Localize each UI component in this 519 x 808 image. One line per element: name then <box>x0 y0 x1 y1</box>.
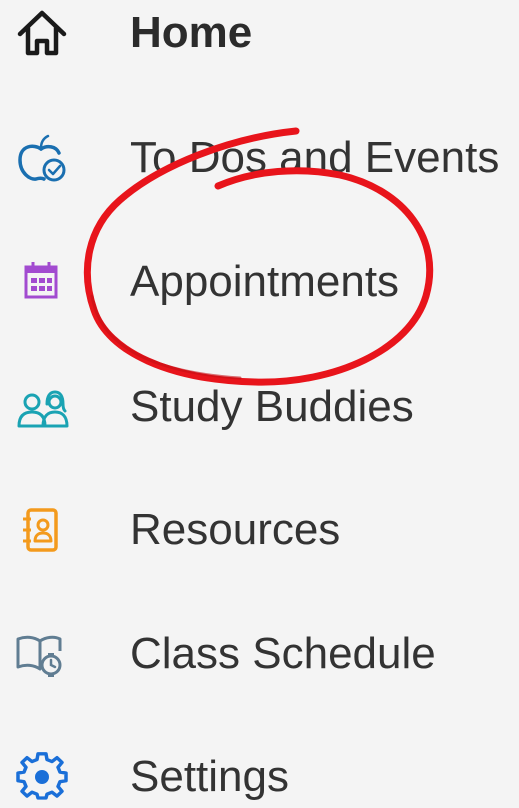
sidebar-item-home[interactable]: Home <box>0 0 519 77</box>
people-icon <box>14 382 70 432</box>
calendar-icon <box>14 257 70 307</box>
sidebar-item-label: Settings <box>130 752 289 801</box>
sidebar-item-label: Appointments <box>130 257 400 306</box>
sidebar-nav: Home To Dos and Events Appointments Stud… <box>0 0 519 808</box>
gear-icon <box>14 752 70 802</box>
sidebar-item-todos[interactable]: To Dos and Events <box>0 112 519 202</box>
sidebar-item-class-schedule[interactable]: Class Schedule <box>0 608 519 698</box>
home-icon <box>14 8 70 58</box>
sidebar-item-resources[interactable]: Resources <box>0 484 519 574</box>
book-clock-icon <box>14 629 70 679</box>
sidebar-item-label: Study Buddies <box>130 382 414 431</box>
sidebar-item-label: Class Schedule <box>130 629 436 678</box>
sidebar-item-label: To Dos and Events <box>130 133 500 182</box>
sidebar-item-study-buddies[interactable]: Study Buddies <box>0 361 519 451</box>
sidebar-item-label: Resources <box>130 505 341 554</box>
contact-book-icon <box>14 505 70 555</box>
sidebar-item-settings[interactable]: Settings <box>0 731 519 808</box>
sidebar-item-appointments[interactable]: Appointments <box>0 236 519 326</box>
sidebar-item-label: Home <box>130 8 253 57</box>
apple-check-icon <box>14 133 70 183</box>
